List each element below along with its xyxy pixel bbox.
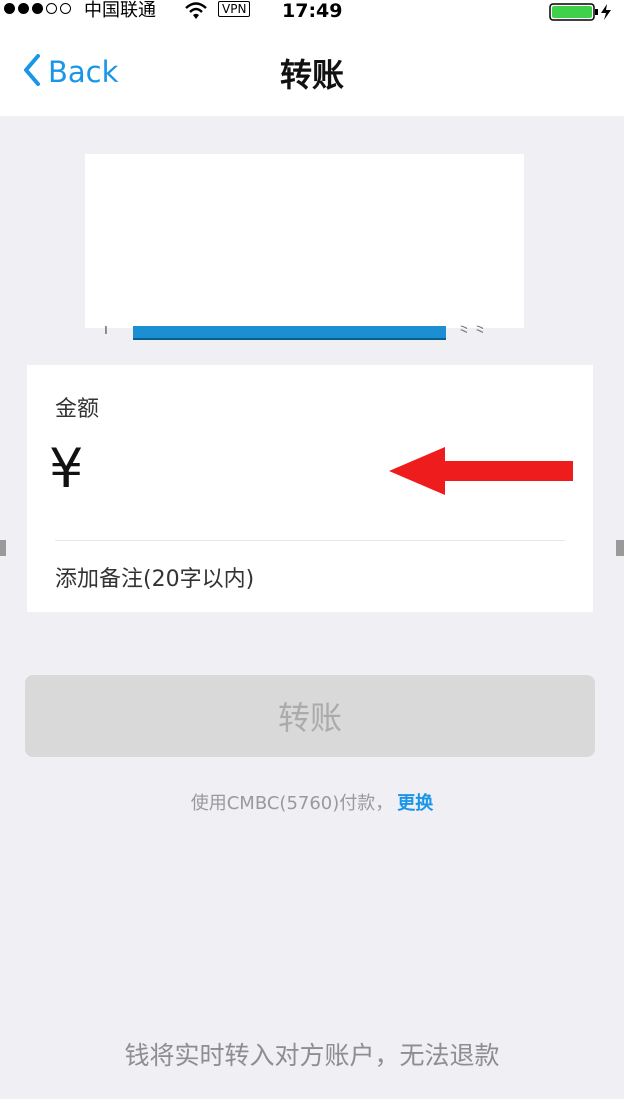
amount-panel: 金额 ¥ 添加备注(20字以内) xyxy=(27,365,593,612)
carrier-name: 中国联通 xyxy=(84,0,156,21)
recipient-card-redacted xyxy=(85,154,524,328)
transfer-screen: 中国联通 VPN 17:49 Back 转账 ı ⺀⺀ 金额 ¥ 添加备注(20… xyxy=(0,0,624,1099)
wifi-icon xyxy=(184,1,208,25)
redacted-recipient-bar xyxy=(133,326,446,340)
edge-marker xyxy=(0,540,6,556)
amount-input[interactable] xyxy=(107,443,387,503)
red-arrow-icon xyxy=(389,443,575,503)
payment-method-text: 使用CMBC(5760)付款， xyxy=(190,793,394,814)
refund-notice: 钱将实时转入对方账户，无法退款 xyxy=(124,1041,500,1070)
amount-label: 金额 xyxy=(55,397,100,422)
divider xyxy=(55,540,565,541)
vpn-badge: VPN xyxy=(218,1,251,17)
payment-method-line: 使用CMBC(5760)付款， 更换 xyxy=(0,789,624,815)
status-bar: 中国联通 VPN 17:49 xyxy=(0,0,624,24)
redacted-text-fragment: ı xyxy=(104,322,108,338)
transfer-button[interactable]: 转账 xyxy=(25,675,595,757)
battery-charging-icon xyxy=(549,2,619,26)
status-time: 17:49 xyxy=(282,0,343,22)
change-payment-link[interactable]: 更换 xyxy=(397,793,433,814)
redacted-text-fragment: ⺀⺀ xyxy=(456,322,489,341)
edge-marker xyxy=(616,540,624,556)
page-title: 转账 xyxy=(279,56,344,94)
add-remark-field[interactable]: 添加备注(20字以内) xyxy=(55,561,254,593)
navigation-bar: Back 转账 xyxy=(0,24,624,116)
currency-symbol: ¥ xyxy=(49,437,84,500)
signal-strength-icon xyxy=(4,3,71,14)
